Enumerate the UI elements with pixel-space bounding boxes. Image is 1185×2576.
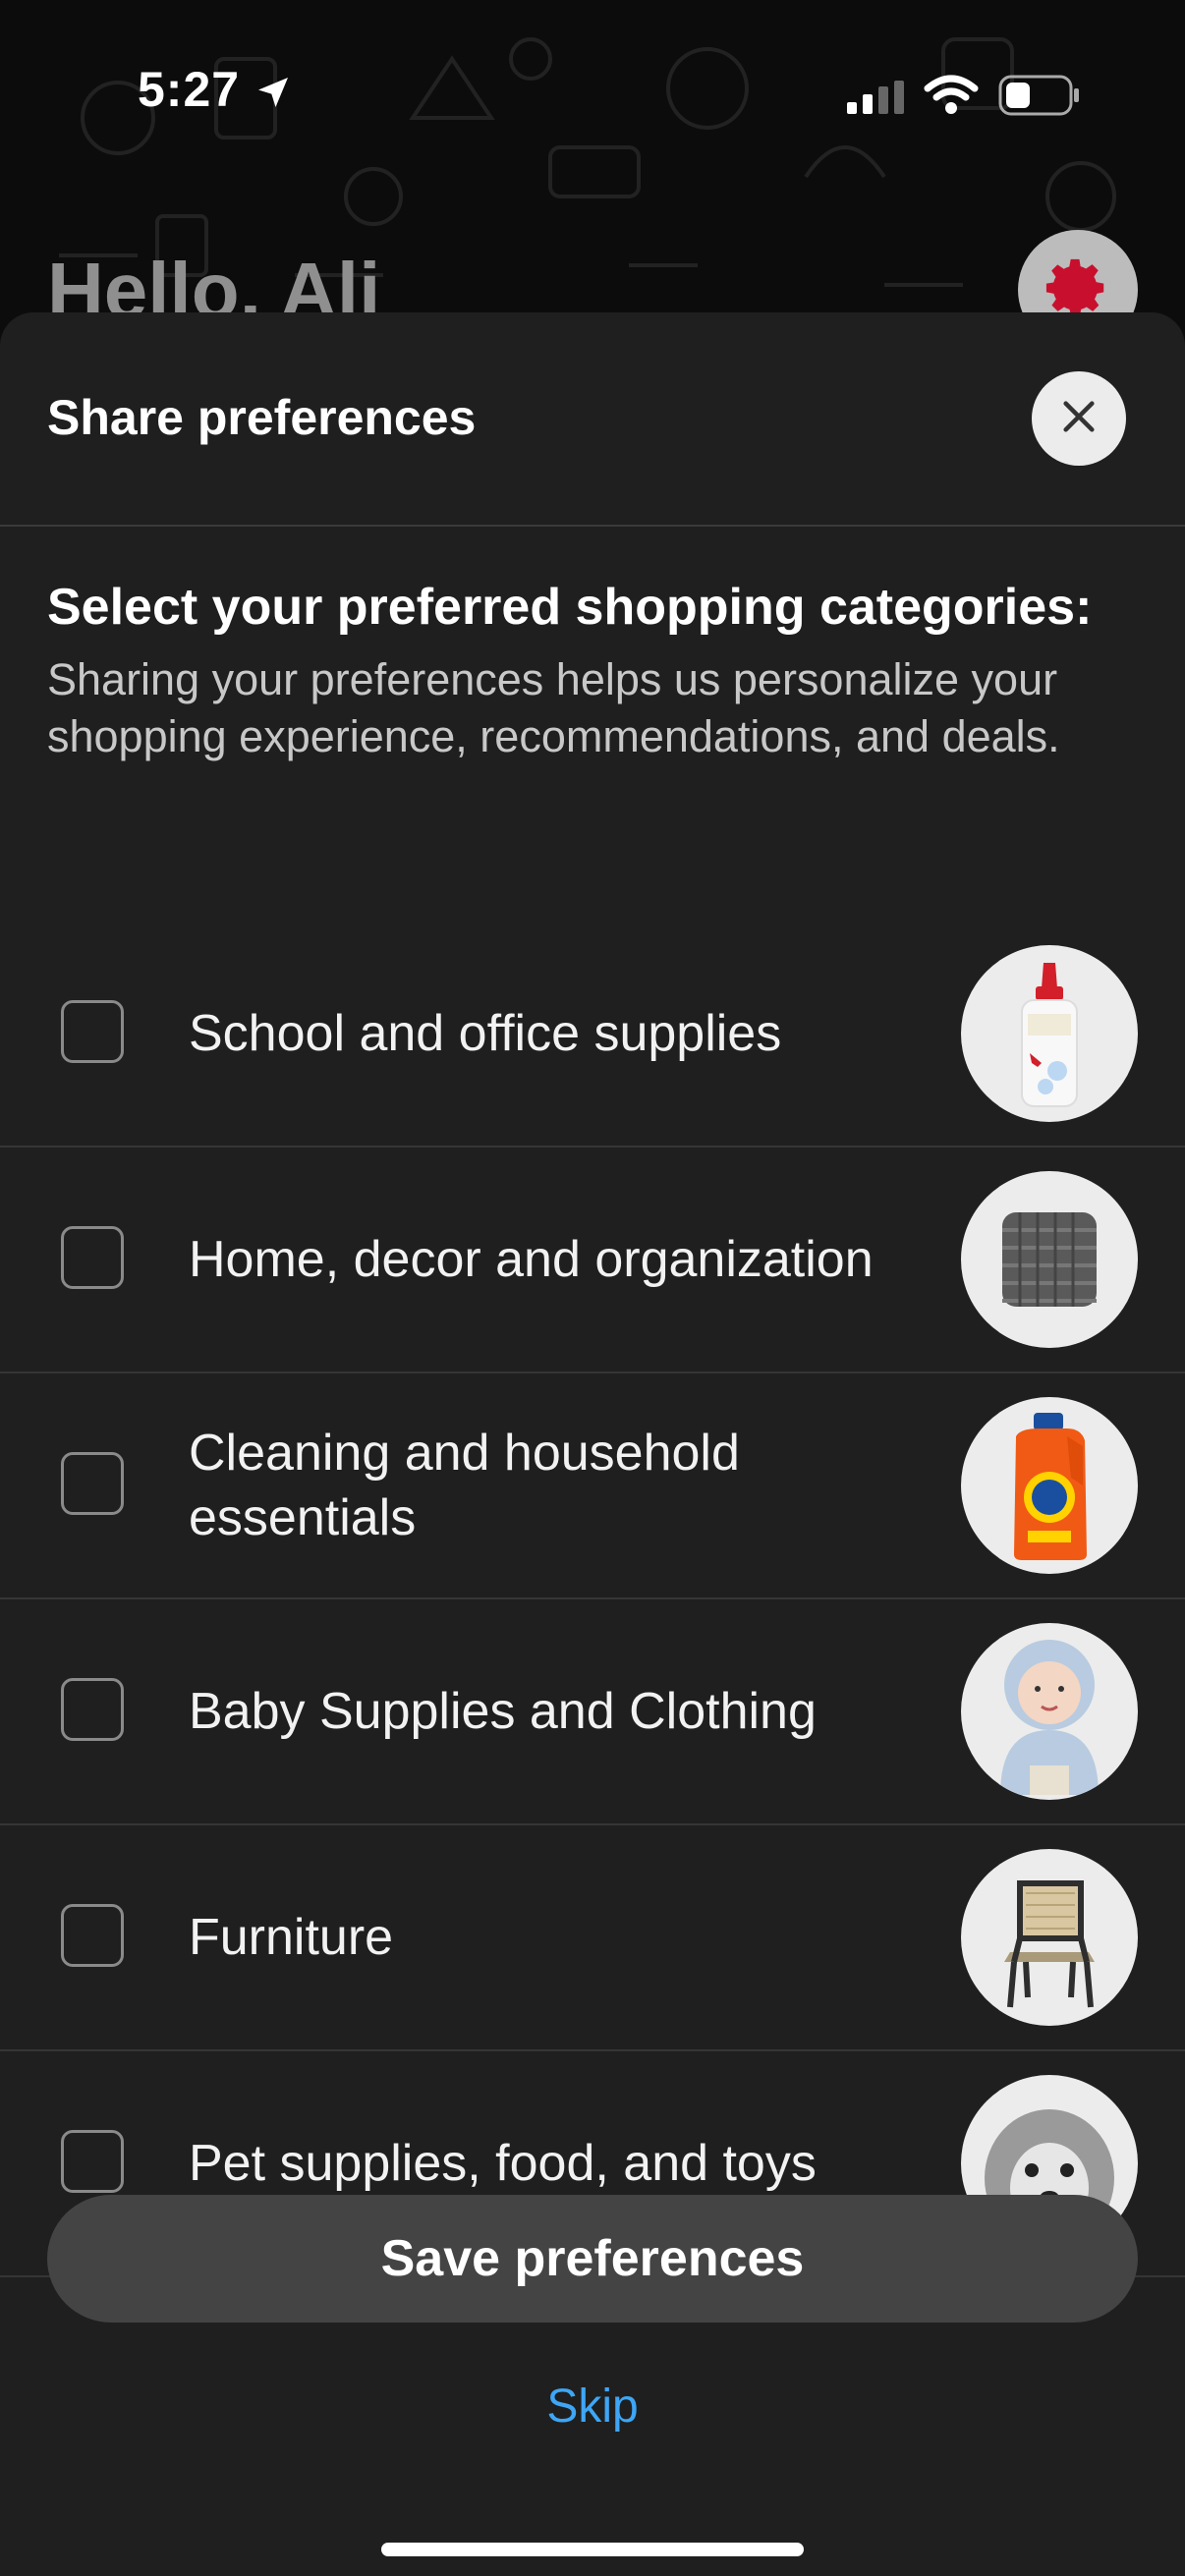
location-arrow-icon bbox=[254, 73, 293, 117]
battery-icon bbox=[998, 75, 1081, 121]
category-label: Pet supplies, food, and toys bbox=[189, 2135, 817, 2192]
checkbox[interactable] bbox=[61, 2130, 124, 2193]
status-time: 5:27 bbox=[138, 62, 241, 117]
checkbox[interactable] bbox=[61, 1452, 124, 1515]
category-label: Furniture bbox=[189, 1909, 394, 1966]
checkbox[interactable] bbox=[61, 1000, 124, 1063]
checkbox[interactable] bbox=[61, 1904, 124, 1967]
category-row-cleaning[interactable]: Cleaning and household essentials bbox=[0, 1373, 1185, 1599]
section-heading: Select your preferred shopping categorie… bbox=[47, 579, 1093, 636]
close-icon bbox=[1060, 398, 1098, 440]
category-label: School and office supplies bbox=[189, 1005, 782, 1062]
category-row-school-office[interactable]: School and office supplies bbox=[0, 922, 1185, 1148]
category-row-baby[interactable]: Baby Supplies and Clothing bbox=[0, 1599, 1185, 1825]
save-preferences-button[interactable]: Save preferences bbox=[47, 2195, 1138, 2323]
knit-pillow-image bbox=[961, 1171, 1138, 1348]
chair-image bbox=[961, 1849, 1138, 2026]
home-indicator[interactable] bbox=[381, 2543, 804, 2556]
detergent-bottle-image bbox=[961, 1397, 1138, 1574]
skip-link[interactable]: Skip bbox=[0, 2380, 1185, 2434]
close-button[interactable] bbox=[1032, 371, 1126, 466]
intro-section: Select your preferred shopping categorie… bbox=[47, 576, 1138, 765]
share-preferences-sheet: Share preferences Select your preferred … bbox=[0, 312, 1185, 2576]
category-row-furniture[interactable]: Furniture bbox=[0, 1825, 1185, 2051]
category-label: Baby Supplies and Clothing bbox=[189, 1683, 817, 1740]
category-label: Cleaning and household essentials bbox=[189, 1425, 740, 1546]
category-row-home-decor[interactable]: Home, decor and organization bbox=[0, 1148, 1185, 1373]
cellular-signal-icon bbox=[847, 81, 906, 119]
sheet-header: Share preferences bbox=[0, 312, 1185, 527]
sheet-title: Share preferences bbox=[47, 390, 477, 445]
wifi-icon bbox=[924, 75, 979, 121]
category-label: Home, decor and organization bbox=[189, 1231, 874, 1288]
glue-bottle-image bbox=[961, 945, 1138, 1122]
checkbox[interactable] bbox=[61, 1678, 124, 1741]
baby-image bbox=[961, 1623, 1138, 1800]
checkbox[interactable] bbox=[61, 1226, 124, 1289]
status-bar: 5:27 bbox=[0, 0, 1185, 187]
section-description: Sharing your preferences helps us person… bbox=[47, 654, 1060, 761]
